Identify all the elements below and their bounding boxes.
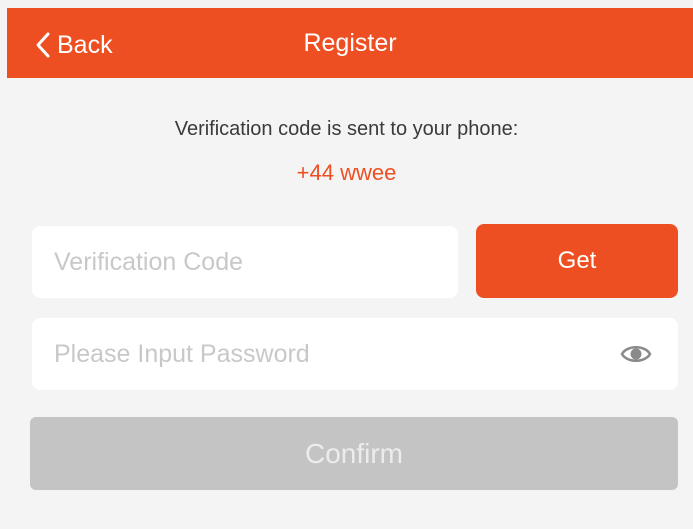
verification-code-input[interactable] bbox=[54, 226, 444, 298]
verification-message: Verification code is sent to your phone: bbox=[174, 118, 519, 140]
confirm-button[interactable]: Confirm bbox=[30, 417, 678, 490]
password-field bbox=[32, 318, 678, 390]
page-title: Register bbox=[303, 29, 397, 57]
register-screen: Back Register Verification code is sent … bbox=[0, 0, 693, 529]
nav-bar: Back Register bbox=[7, 8, 693, 78]
password-input[interactable] bbox=[54, 318, 614, 390]
verification-code-field bbox=[32, 226, 458, 298]
phone-number: +44 wwee bbox=[296, 160, 397, 185]
get-code-button[interactable]: Get bbox=[476, 224, 678, 298]
eye-icon[interactable] bbox=[620, 340, 652, 368]
status-strip bbox=[0, 0, 693, 8]
